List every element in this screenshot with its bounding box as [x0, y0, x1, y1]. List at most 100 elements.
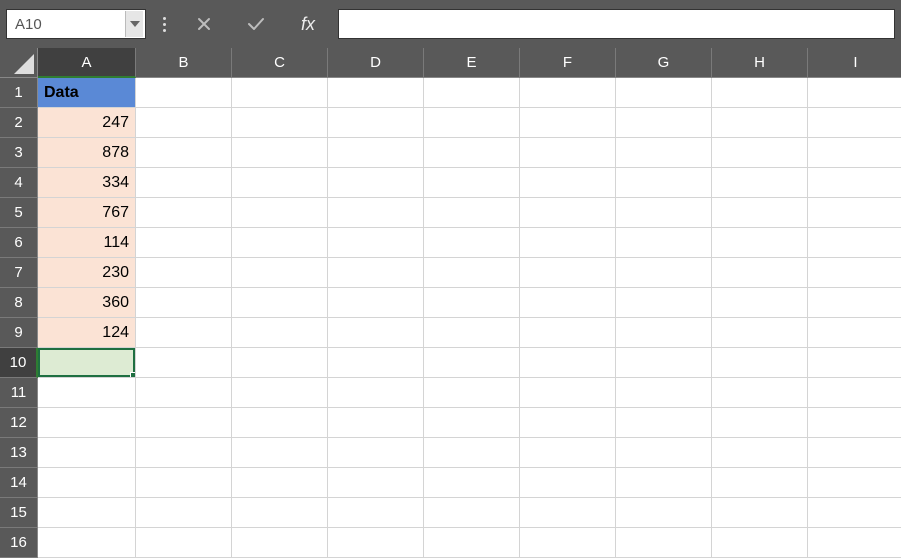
cell-F10[interactable]: [520, 348, 616, 378]
cell-E9[interactable]: [424, 318, 520, 348]
cell-D1[interactable]: [328, 78, 424, 108]
cell-D3[interactable]: [328, 138, 424, 168]
row-header-15[interactable]: 15: [0, 498, 38, 528]
cell-A8[interactable]: 360: [38, 288, 136, 318]
cell-H7[interactable]: [712, 258, 808, 288]
cell-H1[interactable]: [712, 78, 808, 108]
cell-B14[interactable]: [136, 468, 232, 498]
cell-A13[interactable]: [38, 438, 136, 468]
cell-C1[interactable]: [232, 78, 328, 108]
cell-G5[interactable]: [616, 198, 712, 228]
insert-function-button[interactable]: fx: [286, 9, 330, 39]
cell-I7[interactable]: [808, 258, 901, 288]
cell-C4[interactable]: [232, 168, 328, 198]
cell-A1[interactable]: Data: [38, 78, 136, 108]
cell-D13[interactable]: [328, 438, 424, 468]
cell-B7[interactable]: [136, 258, 232, 288]
cell-F14[interactable]: [520, 468, 616, 498]
row-header-3[interactable]: 3: [0, 138, 38, 168]
cell-A3[interactable]: 878: [38, 138, 136, 168]
cell-I5[interactable]: [808, 198, 901, 228]
cell-C13[interactable]: [232, 438, 328, 468]
cell-A14[interactable]: [38, 468, 136, 498]
cell-D6[interactable]: [328, 228, 424, 258]
cell-C5[interactable]: [232, 198, 328, 228]
cell-G12[interactable]: [616, 408, 712, 438]
cell-F11[interactable]: [520, 378, 616, 408]
cell-C14[interactable]: [232, 468, 328, 498]
row-header-13[interactable]: 13: [0, 438, 38, 468]
cell-I3[interactable]: [808, 138, 901, 168]
cell-H8[interactable]: [712, 288, 808, 318]
cell-E16[interactable]: [424, 528, 520, 558]
cell-G9[interactable]: [616, 318, 712, 348]
cell-I4[interactable]: [808, 168, 901, 198]
cell-C9[interactable]: [232, 318, 328, 348]
cell-F6[interactable]: [520, 228, 616, 258]
cell-A9[interactable]: 124: [38, 318, 136, 348]
cell-B10[interactable]: [136, 348, 232, 378]
cell-C10[interactable]: [232, 348, 328, 378]
cell-G7[interactable]: [616, 258, 712, 288]
column-header-F[interactable]: F: [520, 48, 616, 78]
cell-I16[interactable]: [808, 528, 901, 558]
cell-H15[interactable]: [712, 498, 808, 528]
cell-G6[interactable]: [616, 228, 712, 258]
cell-B11[interactable]: [136, 378, 232, 408]
cell-B8[interactable]: [136, 288, 232, 318]
column-header-A[interactable]: A: [38, 48, 136, 78]
cell-H9[interactable]: [712, 318, 808, 348]
column-header-C[interactable]: C: [232, 48, 328, 78]
cell-F16[interactable]: [520, 528, 616, 558]
formula-enter-button[interactable]: [234, 9, 278, 39]
cell-B16[interactable]: [136, 528, 232, 558]
column-header-D[interactable]: D: [328, 48, 424, 78]
column-header-E[interactable]: E: [424, 48, 520, 78]
cell-C3[interactable]: [232, 138, 328, 168]
row-header-6[interactable]: 6: [0, 228, 38, 258]
cell-H12[interactable]: [712, 408, 808, 438]
cell-H10[interactable]: [712, 348, 808, 378]
cell-D16[interactable]: [328, 528, 424, 558]
cell-C15[interactable]: [232, 498, 328, 528]
cell-G1[interactable]: [616, 78, 712, 108]
name-box[interactable]: A10: [6, 9, 146, 39]
cell-D14[interactable]: [328, 468, 424, 498]
cell-F4[interactable]: [520, 168, 616, 198]
cell-I10[interactable]: [808, 348, 901, 378]
cell-B2[interactable]: [136, 108, 232, 138]
cell-H13[interactable]: [712, 438, 808, 468]
name-box-dropdown-button[interactable]: [125, 11, 143, 37]
cell-I14[interactable]: [808, 468, 901, 498]
row-header-2[interactable]: 2: [0, 108, 38, 138]
cell-F13[interactable]: [520, 438, 616, 468]
cell-H14[interactable]: [712, 468, 808, 498]
cell-A15[interactable]: [38, 498, 136, 528]
cell-B1[interactable]: [136, 78, 232, 108]
cell-D2[interactable]: [328, 108, 424, 138]
cell-F15[interactable]: [520, 498, 616, 528]
cell-B12[interactable]: [136, 408, 232, 438]
cell-D12[interactable]: [328, 408, 424, 438]
cell-E1[interactable]: [424, 78, 520, 108]
cell-E7[interactable]: [424, 258, 520, 288]
cell-G16[interactable]: [616, 528, 712, 558]
cell-B9[interactable]: [136, 318, 232, 348]
formula-cancel-button[interactable]: [182, 9, 226, 39]
cell-E3[interactable]: [424, 138, 520, 168]
cell-F8[interactable]: [520, 288, 616, 318]
cell-F1[interactable]: [520, 78, 616, 108]
cell-I8[interactable]: [808, 288, 901, 318]
cell-F7[interactable]: [520, 258, 616, 288]
cell-F12[interactable]: [520, 408, 616, 438]
cell-I2[interactable]: [808, 108, 901, 138]
row-header-16[interactable]: 16: [0, 528, 38, 558]
cell-E5[interactable]: [424, 198, 520, 228]
cell-C11[interactable]: [232, 378, 328, 408]
cell-I12[interactable]: [808, 408, 901, 438]
cell-A10[interactable]: [38, 348, 136, 378]
cell-H4[interactable]: [712, 168, 808, 198]
cell-E6[interactable]: [424, 228, 520, 258]
cell-D9[interactable]: [328, 318, 424, 348]
cell-B6[interactable]: [136, 228, 232, 258]
